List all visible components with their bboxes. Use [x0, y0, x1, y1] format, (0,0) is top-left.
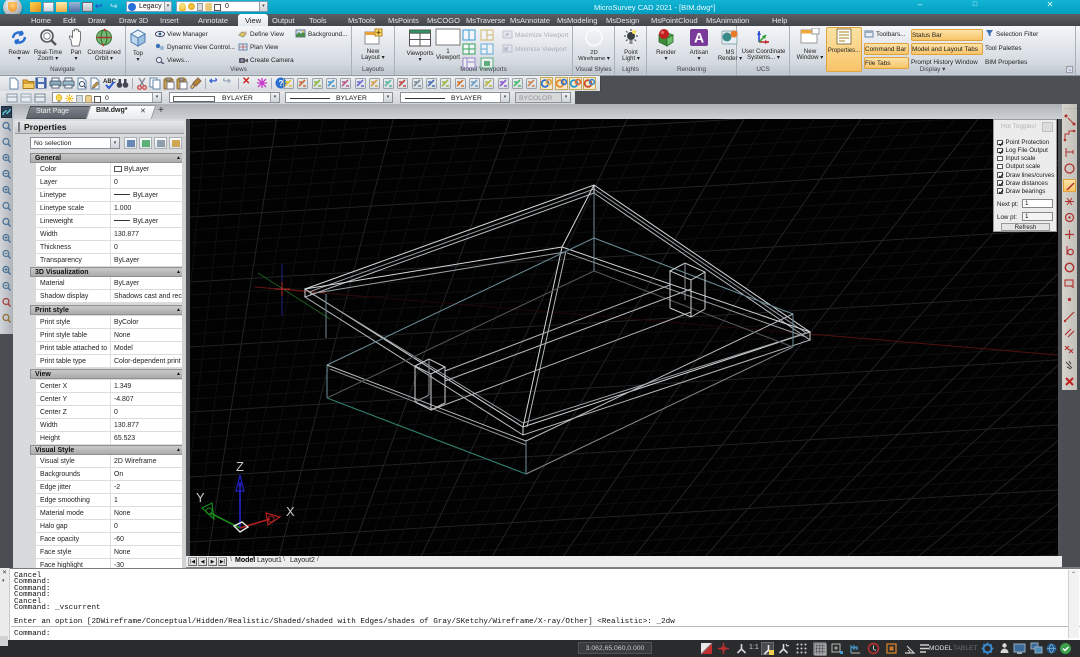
- svg-text:X: X: [286, 504, 295, 519]
- svg-text:ABC: ABC: [103, 79, 116, 85]
- svg-text:A: A: [694, 30, 704, 46]
- svg-text:Y: Y: [196, 490, 205, 505]
- svg-text:Z: Z: [236, 459, 244, 474]
